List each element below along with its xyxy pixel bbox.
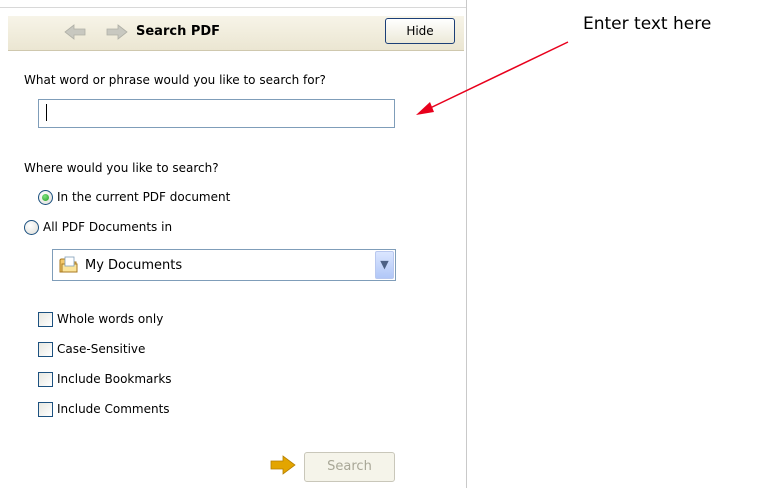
location-select-value: My Documents (85, 258, 183, 273)
radio-current-document-label[interactable]: In the current PDF document (57, 190, 230, 204)
radio-current-document[interactable] (38, 190, 53, 205)
back-arrow-icon[interactable] (64, 24, 86, 40)
chevron-down-icon[interactable]: ▼ (375, 251, 394, 279)
radio-all-documents-label[interactable]: All PDF Documents in (43, 220, 172, 234)
checkbox-case-sensitive-label[interactable]: Case-Sensitive (57, 342, 145, 356)
annotation-text: Enter text here (583, 14, 712, 34)
radio-all-documents[interactable] (24, 220, 39, 235)
text-caret (46, 104, 47, 121)
panel-top-border (0, 0, 466, 8)
checkbox-include-comments-label[interactable]: Include Comments (57, 402, 170, 416)
search-question-label: What word or phrase would you like to se… (24, 73, 326, 87)
checkbox-include-bookmarks-label[interactable]: Include Bookmarks (57, 372, 172, 386)
panel-title: Search PDF (136, 24, 221, 39)
scope-question-label: Where would you like to search? (24, 161, 219, 175)
checkbox-include-bookmarks[interactable] (38, 372, 53, 387)
hide-button[interactable]: Hide (385, 18, 455, 44)
location-select[interactable]: My Documents ▼ (52, 249, 396, 281)
checkbox-case-sensitive[interactable] (38, 342, 53, 357)
checkbox-include-comments[interactable] (38, 402, 53, 417)
search-button[interactable]: Search (304, 452, 395, 482)
go-arrow-icon (270, 455, 296, 475)
radio-selected-dot (42, 194, 49, 201)
checkbox-whole-words-label[interactable]: Whole words only (57, 312, 163, 326)
search-pdf-panel: Search PDF Hide What word or phrase woul… (0, 0, 467, 488)
folder-icon (59, 256, 78, 273)
forward-arrow-icon[interactable] (106, 24, 128, 40)
search-input[interactable] (38, 99, 395, 128)
checkbox-whole-words[interactable] (38, 312, 53, 327)
